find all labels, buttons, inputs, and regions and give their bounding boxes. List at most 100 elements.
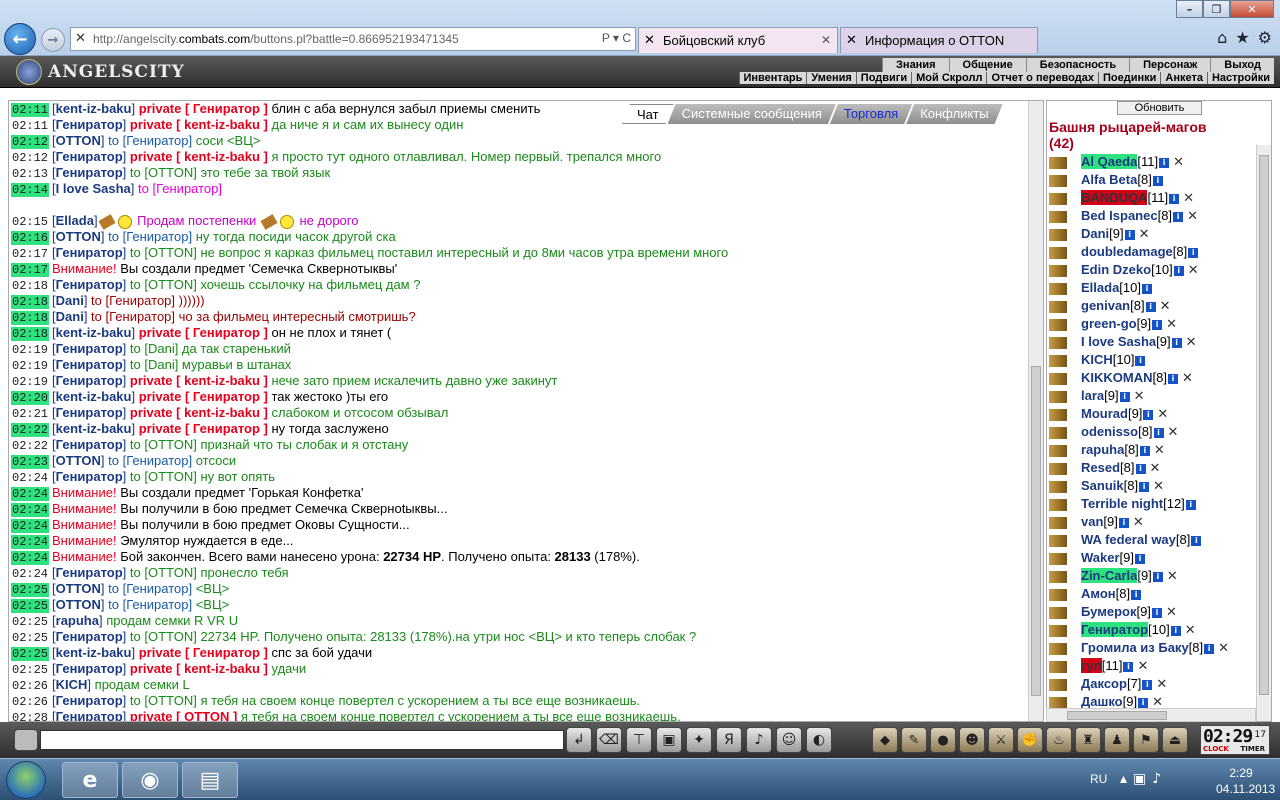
message-time[interactable]: 02:24 [11,535,50,549]
bag-icon[interactable]: ◆ [872,727,898,753]
info-icon[interactable]: i [1145,301,1156,312]
message-time[interactable]: 02:24 [11,551,50,565]
info-icon[interactable]: i [1152,175,1163,186]
private-target[interactable]: private [ kent-iz-baku ] [126,405,271,420]
info-icon[interactable]: i [1135,463,1146,474]
close-window-button[interactable]: ✕ [1230,0,1274,18]
private-message-icon[interactable] [1049,534,1067,547]
message-time[interactable]: 02:26 [11,695,49,709]
private-message-icon[interactable] [1049,516,1067,529]
info-icon[interactable]: i [1204,643,1215,654]
private-message-icon[interactable] [1049,642,1067,655]
user-name[interactable]: Гениратор [1081,622,1149,637]
message-time[interactable]: 02:20 [11,391,50,405]
sender-nick[interactable]: kent-iz-baku [56,421,132,436]
private-message-icon[interactable] [1049,426,1067,439]
user-name[interactable]: Sanuik [1081,478,1124,493]
user-name[interactable]: Dani [1081,226,1109,241]
user-name[interactable]: Al Qaeda [1081,154,1138,169]
message-time[interactable]: 02:25 [11,631,49,645]
user-list-scroll-thumb[interactable] [1259,155,1269,695]
private-message-icon[interactable] [1049,444,1067,457]
private-message-icon[interactable] [1049,372,1067,385]
message-time[interactable]: 02:18 [11,295,50,309]
menu-item-inventory[interactable]: Инвентарь [738,72,807,84]
info-icon[interactable]: i [1173,265,1184,276]
minimize-button[interactable]: – [1176,0,1203,18]
private-message-icon[interactable] [1049,678,1067,691]
user-name[interactable]: odenisso [1081,424,1138,439]
sender-nick[interactable]: Гениратор [56,165,123,180]
private-message-icon[interactable] [1049,174,1067,187]
message-time[interactable]: 02:14 [11,183,50,197]
message-time[interactable]: 02:25 [11,599,50,613]
user-name[interactable]: genivan [1081,298,1130,313]
private-message-icon[interactable] [1049,606,1067,619]
volume-icon[interactable]: ♪ [746,727,772,753]
private-target[interactable]: private [ Гениратор ] [135,421,271,436]
info-icon[interactable]: i [1153,427,1164,438]
message-time[interactable]: 02:25 [11,615,49,629]
message-time[interactable]: 02:24 [11,503,50,517]
clock-label[interactable]: CLOCK [1203,745,1229,753]
user-name[interactable]: Ellada [1081,280,1119,295]
menu-item-communication[interactable]: Общение [948,58,1026,72]
sender-nick[interactable]: Ellada [56,213,94,228]
sender-nick[interactable]: Гениратор [56,341,123,356]
info-icon[interactable]: i [1119,391,1130,402]
url-tools[interactable]: P ▾ C [602,31,631,45]
user-name[interactable]: Terrible night [1081,496,1163,511]
menu-item-my-scroll[interactable]: Мой Скролл [911,72,986,84]
tab-close-icon[interactable]: ✕ [821,33,831,47]
private-message-icon[interactable] [1049,192,1067,205]
message-time[interactable]: 02:13 [11,167,49,181]
scroll-icon[interactable]: ✎ [901,727,927,753]
avatar[interactable] [14,729,38,751]
user-name[interactable]: I love Sasha [1081,334,1156,349]
message-time[interactable]: 02:24 [11,567,49,581]
user-name[interactable]: green-go [1081,316,1137,331]
private-message-icon[interactable] [1049,210,1067,223]
menu-item-feats[interactable]: Подвиги [855,72,911,84]
sender-nick[interactable]: Гениратор [56,709,123,721]
tab-trade[interactable]: Торговля [830,104,912,124]
tab-chat[interactable]: Чат [622,104,674,124]
translit-icon[interactable]: Я [716,727,742,753]
settings-gear-icon[interactable]: ⚙ [1258,28,1272,47]
menu-item-knowledge[interactable]: Знания [882,58,949,72]
private-target[interactable]: private [ Гениратор ] [135,389,271,404]
info-icon[interactable]: i [1141,283,1152,294]
info-icon[interactable]: i [1170,625,1181,636]
message-time[interactable]: 02:18 [11,279,49,293]
tab-conflicts[interactable]: Конфликты [906,104,1002,124]
user-name[interactable]: Bed Ispanec [1081,208,1158,223]
sender-nick[interactable]: OTTON [56,453,101,468]
private-message-icon[interactable] [1049,246,1067,259]
message-time[interactable]: 02:12 [11,151,49,165]
message-time[interactable]: 02:24 [11,487,50,501]
sender-nick[interactable]: kent-iz-baku [56,101,132,116]
group-icon[interactable]: ♟ [1104,727,1130,753]
info-icon[interactable]: i [1159,157,1170,168]
start-button[interactable] [6,761,46,799]
user-name[interactable]: KICH [1081,352,1113,367]
smiley-icon[interactable]: ☺ [776,727,802,753]
message-time[interactable]: 02:25 [11,647,50,661]
user-name[interactable]: Амон [1081,586,1116,601]
info-icon[interactable]: i [1185,499,1196,510]
user-name[interactable]: Alfa Beta [1081,172,1137,187]
info-icon[interactable]: i [1131,589,1142,600]
mask-icon[interactable]: ☻ [959,727,985,753]
sword-icon[interactable]: ⚔ [988,727,1014,753]
sender-nick[interactable]: kent-iz-baku [56,325,132,340]
site-logo[interactable]: ANGELSCITY [16,58,226,86]
message-time[interactable]: 02:17 [11,247,49,261]
user-name[interactable]: Даксор [1081,676,1127,691]
flag-icon[interactable]: ⚑ [1133,727,1159,753]
chat-scroll-thumb[interactable] [1031,366,1041,696]
fighter-icon[interactable]: ✦ [686,727,712,753]
eraser-icon[interactable]: ⌫ [596,727,622,753]
private-target[interactable]: private [ Гениратор ] [135,645,271,660]
info-icon[interactable]: i [1171,337,1182,348]
sender-nick[interactable]: Dani [56,293,84,308]
